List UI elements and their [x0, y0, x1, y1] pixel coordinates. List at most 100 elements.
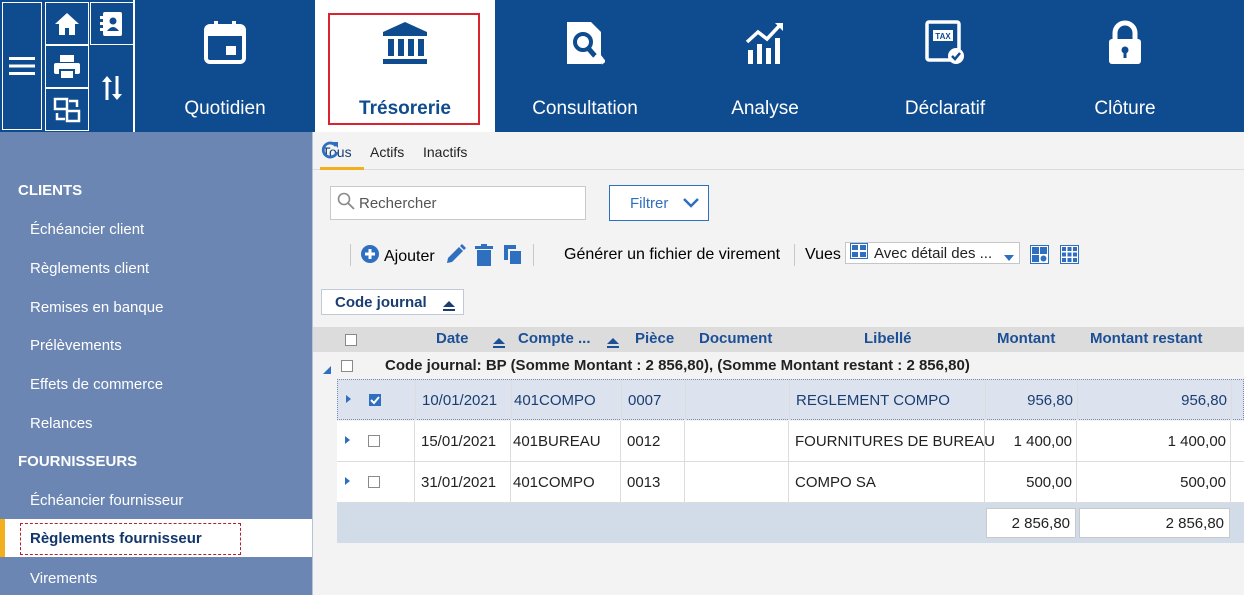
sort-arrows-icon[interactable] — [90, 45, 134, 131]
group-checkbox[interactable] — [341, 360, 353, 372]
cell-libelle: COMPO SA — [789, 462, 985, 502]
cell-document — [685, 462, 789, 502]
group-label: Code journal: BP (Somme Montant : 2 856,… — [385, 357, 970, 374]
cell-compte: 401COMPO — [511, 462, 621, 502]
sidebar-heading-clients: CLIENTS — [18, 182, 83, 199]
column-header-montant[interactable]: Montant — [997, 330, 1055, 347]
group-chip-label: Code journal — [335, 293, 427, 311]
sidebar-item-echeancier-fournisseur[interactable]: Échéancier fournisseur — [0, 481, 312, 519]
tab-inactifs[interactable]: Inactifs — [423, 144, 467, 160]
totals-row: 2 856,80 2 856,80 — [337, 503, 1244, 543]
table-row[interactable]: 10/01/2021 401COMPO 0007 REGLEMENT COMPO… — [337, 379, 1244, 420]
tax-icon: TAX — [924, 20, 966, 71]
print-icon[interactable] — [45, 45, 89, 88]
filter-button[interactable]: Filtrer — [609, 185, 709, 221]
expand-row-icon[interactable] — [346, 395, 351, 403]
sidebar-item-label: Remises en banque — [30, 298, 164, 316]
table-row[interactable]: 15/01/2021 401BUREAU 0012 FOURNITURES DE… — [337, 421, 1244, 462]
sidebar-item-virements[interactable]: Virements — [0, 559, 312, 595]
sidebar-item-label: Règlements client — [30, 259, 150, 277]
view-grid-icon[interactable] — [1060, 245, 1079, 264]
grid-view-icon — [850, 243, 868, 263]
spacer-cell — [389, 462, 415, 502]
views-select[interactable]: Avec détail des ... — [845, 242, 1020, 264]
duplicate-icon[interactable] — [503, 244, 523, 266]
grid-header: Date Compte ... Pièce Document Libellé M… — [313, 327, 1244, 352]
table-row[interactable]: 31/01/2021 401COMPO 0013 COMPO SA 500,00… — [337, 462, 1244, 503]
sidebar-item-reglements-client[interactable]: Règlements client — [0, 249, 312, 287]
tab-tresorerie[interactable]: Trésorerie — [315, 0, 495, 132]
contacts-icon[interactable] — [90, 2, 134, 45]
select-all-checkbox[interactable] — [345, 334, 357, 346]
cell-piece: 0013 — [621, 462, 685, 502]
column-header-montant-restant[interactable]: Montant restant — [1090, 330, 1203, 347]
tab-label: Quotidien — [184, 98, 266, 119]
tab-quotidien[interactable]: Quotidien — [135, 0, 315, 132]
edit-icon[interactable] — [444, 244, 466, 266]
generate-label: Générer un fichier de virement — [564, 246, 781, 263]
tab-declaratif[interactable]: TAX Déclaratif — [855, 0, 1035, 132]
column-header-document[interactable]: Document — [699, 330, 772, 347]
delete-icon[interactable] — [475, 244, 493, 266]
row-checkbox[interactable] — [368, 435, 380, 447]
quick-access-panel — [0, 0, 135, 132]
cell-montant: 956,80 — [986, 380, 1078, 420]
group-row[interactable]: Code journal: BP (Somme Montant : 2 856,… — [313, 352, 1244, 379]
group-by-chip[interactable]: Code journal — [321, 289, 464, 315]
calendar-icon — [204, 20, 246, 69]
add-button[interactable]: Ajouter — [360, 244, 435, 269]
home-icon[interactable] — [45, 2, 89, 45]
active-tab-indicator — [320, 167, 364, 170]
sidebar-item-prelevements[interactable]: Prélèvements — [0, 326, 312, 364]
app-window: Quotidien Trésorerie Consultation Analys… — [0, 0, 1244, 595]
sort-ascending-icon — [443, 298, 455, 315]
views-label: Vues — [805, 246, 841, 264]
dropdown-arrow-icon — [1004, 249, 1014, 266]
sidebar-item-label: Virements — [30, 569, 98, 587]
tab-consultation[interactable]: Consultation — [495, 0, 675, 132]
total-montant-restant: 2 856,80 — [1079, 508, 1230, 538]
sidebar-item-echeancier-client[interactable]: Échéancier client — [0, 210, 312, 248]
sidebar-item-effets-de-commerce[interactable]: Effets de commerce — [0, 365, 312, 403]
search-icon — [337, 192, 355, 214]
column-header-piece[interactable]: Pièce — [635, 330, 674, 347]
expand-row-icon[interactable] — [345, 477, 350, 485]
sidebar-item-relances[interactable]: Relances — [0, 404, 312, 442]
row-checkbox[interactable] — [368, 476, 380, 488]
main-content: Tous Actifs Inactifs Filtrer Ajouter — [313, 132, 1244, 595]
sidebar-item-label: Relances — [30, 414, 93, 432]
sidebar-item-label: Effets de commerce — [30, 375, 164, 393]
column-header-libelle[interactable]: Libellé — [864, 330, 912, 347]
total-montant: 2 856,80 — [986, 508, 1076, 538]
focus-outline — [20, 523, 241, 555]
refresh-icon[interactable] — [320, 140, 340, 160]
payments-grid: Date Compte ... Pièce Document Libellé M… — [313, 327, 1244, 595]
svg-text:TAX: TAX — [935, 32, 951, 41]
sort-ascending-icon — [607, 335, 619, 353]
cell-piece: 0007 — [622, 380, 686, 420]
view-settings-icon[interactable] — [1030, 245, 1049, 264]
filter-label: Filtrer — [630, 194, 669, 212]
column-header-date[interactable]: Date — [436, 330, 469, 347]
expand-row-icon[interactable] — [345, 436, 350, 444]
generate-transfer-file-button[interactable]: Générer un fichier de virement — [564, 246, 780, 264]
sort-ascending-icon — [493, 335, 505, 353]
search-document-icon — [565, 20, 606, 71]
tab-actifs[interactable]: Actifs — [370, 144, 404, 160]
search-box — [330, 186, 586, 220]
tab-cloture[interactable]: Clôture — [1035, 0, 1215, 132]
sidebar-item-remises-en-banque[interactable]: Remises en banque — [0, 288, 312, 326]
filter-tabs: Tous Actifs Inactifs — [313, 132, 1244, 170]
sidebar-item-reglements-fournisseur[interactable]: Règlements fournisseur — [0, 519, 312, 557]
transfer-icon[interactable] — [45, 88, 89, 131]
tab-label: Clôture — [1094, 98, 1156, 119]
row-checkbox[interactable] — [369, 394, 381, 406]
collapse-triangle-icon[interactable] — [323, 361, 331, 379]
search-input[interactable] — [359, 194, 559, 212]
spacer-cell — [389, 421, 415, 461]
top-navigation-bar: Quotidien Trésorerie Consultation Analys… — [0, 0, 1244, 132]
add-label: Ajouter — [384, 247, 435, 265]
tab-analyse[interactable]: Analyse — [675, 0, 855, 132]
column-header-compte[interactable]: Compte ... — [518, 330, 591, 347]
menu-icon[interactable] — [2, 2, 42, 130]
